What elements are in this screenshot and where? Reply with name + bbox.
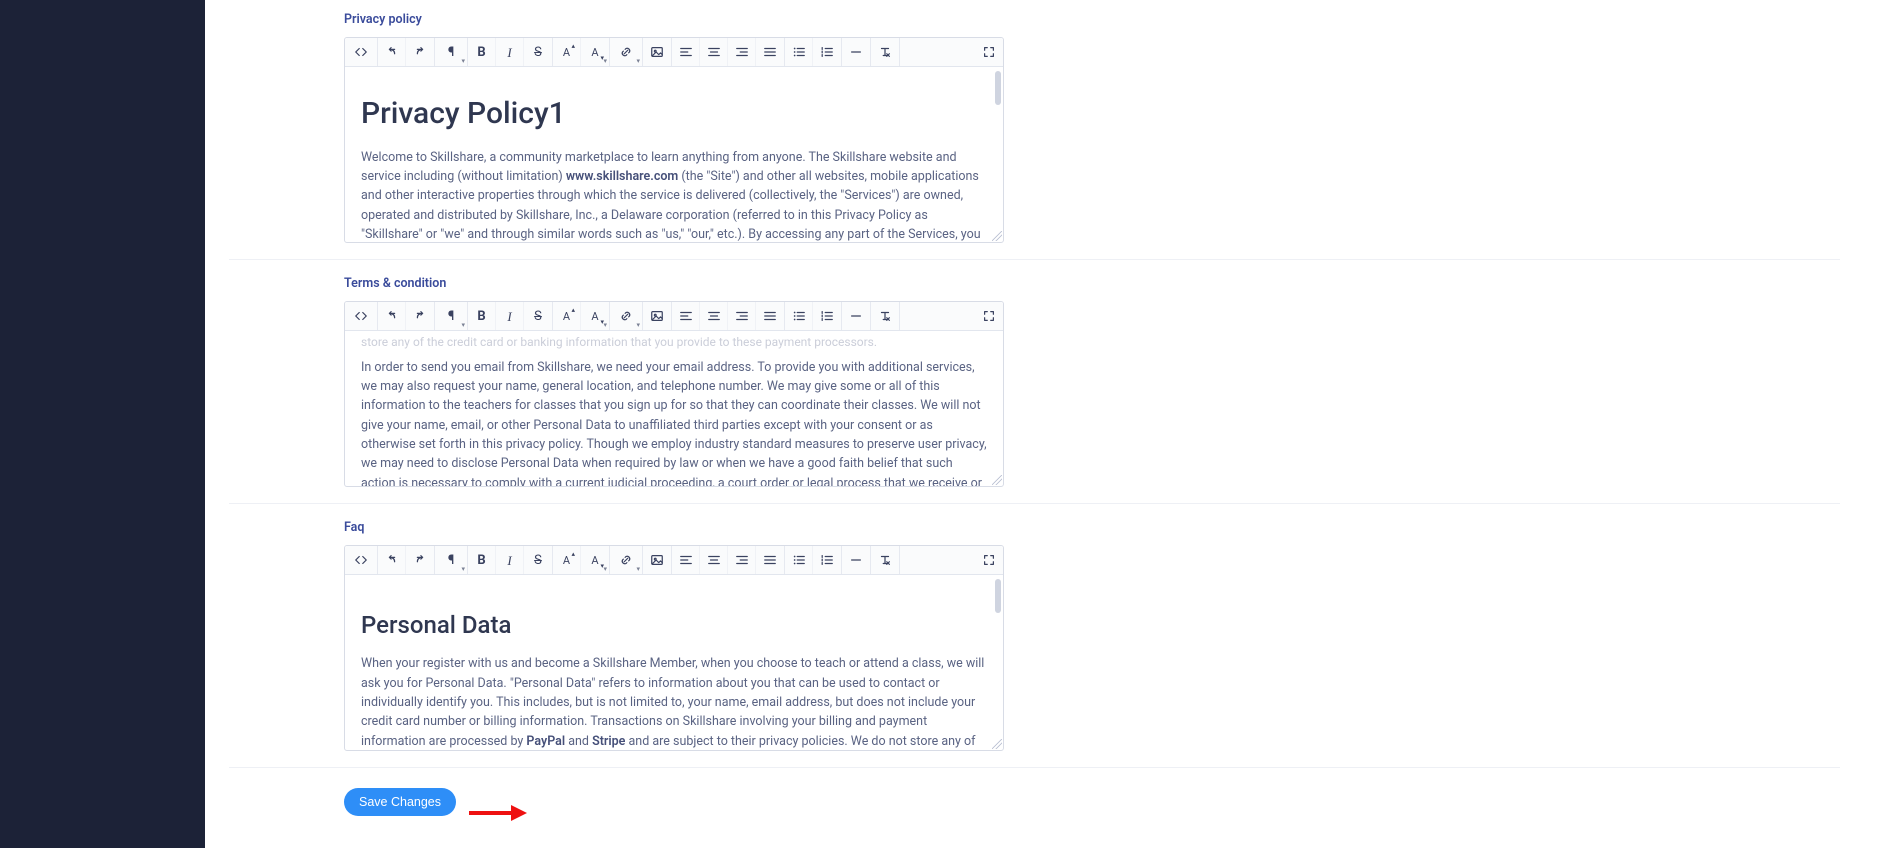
faq-paragraph: When your register with us and become a … — [361, 654, 987, 750]
privacy-heading: Privacy Policy1 — [361, 91, 987, 138]
paragraph-style-button[interactable]: ¶▾ — [435, 38, 467, 66]
font-size-down-button[interactable]: A▾▾ — [581, 38, 609, 66]
redo-button[interactable] — [406, 546, 434, 574]
redo-button[interactable] — [406, 38, 434, 66]
italic-button[interactable]: I — [496, 302, 524, 330]
editor-toolbar: ¶▾ BIS A▴A▾▾ ▾ — [345, 302, 1003, 331]
italic-button[interactable]: I — [496, 546, 524, 574]
unordered-list-button[interactable] — [785, 38, 813, 66]
horizontal-rule-button[interactable] — [842, 546, 870, 574]
faq-heading: Personal Data — [361, 607, 987, 644]
align-justify-button[interactable] — [756, 302, 784, 330]
ordered-list-button[interactable] — [813, 302, 841, 330]
align-left-button[interactable] — [672, 546, 700, 574]
privacy-policy-panel: Privacy policy ¶▾ — [229, 12, 1840, 260]
link-button[interactable]: ▾ — [610, 302, 642, 330]
faq-editor: ¶▾ BIS A▴A▾▾ ▾ Personal Da — [344, 545, 1004, 751]
horizontal-rule-button[interactable] — [842, 302, 870, 330]
terms-paragraph: In order to send you email from Skillsha… — [361, 358, 987, 486]
privacy-policy-textarea[interactable]: Privacy Policy1 Welcome to Skillshare, a… — [345, 67, 1003, 242]
align-justify-button[interactable] — [756, 38, 784, 66]
faq-textarea[interactable]: Personal Data When your register with us… — [345, 575, 1003, 750]
image-button[interactable] — [643, 38, 671, 66]
terms-condition-panel: Terms & condition ¶▾ BIS A▴A▾▾ ▾ — [229, 276, 1840, 504]
code-view-button[interactable] — [345, 546, 377, 574]
bold-button[interactable]: B — [468, 38, 496, 66]
save-changes-button[interactable]: Save Changes — [344, 788, 456, 816]
code-view-button[interactable] — [345, 302, 377, 330]
align-center-button[interactable] — [700, 38, 728, 66]
link-button[interactable]: ▾ — [610, 546, 642, 574]
font-size-up-button[interactable]: A▴ — [553, 302, 581, 330]
unordered-list-button[interactable] — [785, 546, 813, 574]
bold-button[interactable]: B — [468, 302, 496, 330]
terms-condition-editor: ¶▾ BIS A▴A▾▾ ▾ store any of the credit — [344, 301, 1004, 487]
resize-handle[interactable] — [992, 739, 1002, 749]
align-left-button[interactable] — [672, 38, 700, 66]
ordered-list-button[interactable] — [813, 546, 841, 574]
sidebar — [0, 0, 205, 848]
fullscreen-button[interactable] — [975, 546, 1003, 574]
fullscreen-button[interactable] — [975, 38, 1003, 66]
font-size-up-button[interactable]: A▴ — [553, 38, 581, 66]
image-button[interactable] — [643, 546, 671, 574]
strikethrough-button[interactable]: S — [524, 546, 552, 574]
terms-condition-label: Terms & condition — [344, 276, 1004, 291]
link-button[interactable]: ▾ — [610, 38, 642, 66]
clear-format-button[interactable] — [871, 546, 899, 574]
strikethrough-button[interactable]: S — [524, 38, 552, 66]
scrollbar-thumb[interactable] — [995, 579, 1001, 613]
undo-button[interactable] — [378, 546, 406, 574]
fullscreen-button[interactable] — [975, 302, 1003, 330]
align-right-button[interactable] — [728, 38, 756, 66]
font-size-down-button[interactable]: A▾▾ — [581, 302, 609, 330]
editor-toolbar: ¶▾ B I S A▴ A▾▾ ▾ — [345, 38, 1003, 67]
code-view-button[interactable] — [345, 38, 377, 66]
italic-button[interactable]: I — [496, 38, 524, 66]
horizontal-rule-button[interactable] — [842, 38, 870, 66]
faq-panel: Faq ¶▾ BIS A▴A▾▾ ▾ — [229, 520, 1840, 768]
terms-partial-line: store any of the credit card or banking … — [361, 333, 987, 352]
paragraph-style-button[interactable]: ¶▾ — [435, 546, 467, 574]
bold-button[interactable]: B — [468, 546, 496, 574]
undo-button[interactable] — [378, 302, 406, 330]
unordered-list-button[interactable] — [785, 302, 813, 330]
align-left-button[interactable] — [672, 302, 700, 330]
resize-handle[interactable] — [992, 231, 1002, 241]
font-size-down-button[interactable]: A▾▾ — [581, 546, 609, 574]
privacy-paragraph: Welcome to Skillshare, a community marke… — [361, 148, 987, 243]
align-center-button[interactable] — [700, 546, 728, 574]
strikethrough-button[interactable]: S — [524, 302, 552, 330]
annotation-arrow-icon — [467, 802, 527, 824]
terms-condition-textarea[interactable]: store any of the credit card or banking … — [345, 331, 1003, 486]
scrollbar-thumb[interactable] — [995, 71, 1001, 105]
paragraph-style-button[interactable]: ¶▾ — [435, 302, 467, 330]
app-layout: Privacy policy ¶▾ — [0, 0, 1880, 848]
privacy-policy-editor: ¶▾ B I S A▴ A▾▾ ▾ — [344, 37, 1004, 243]
image-button[interactable] — [643, 302, 671, 330]
clear-format-button[interactable] — [871, 38, 899, 66]
undo-button[interactable] — [378, 38, 406, 66]
resize-handle[interactable] — [992, 475, 1002, 485]
privacy-policy-label: Privacy policy — [344, 12, 1004, 27]
font-size-up-button[interactable]: A▴ — [553, 546, 581, 574]
ordered-list-button[interactable] — [813, 38, 841, 66]
clear-format-button[interactable] — [871, 302, 899, 330]
align-center-button[interactable] — [700, 302, 728, 330]
align-right-button[interactable] — [728, 302, 756, 330]
faq-label: Faq — [344, 520, 1004, 535]
main-content: Privacy policy ¶▾ — [205, 0, 1880, 848]
editor-toolbar: ¶▾ BIS A▴A▾▾ ▾ — [345, 546, 1003, 575]
align-justify-button[interactable] — [756, 546, 784, 574]
redo-button[interactable] — [406, 302, 434, 330]
align-right-button[interactable] — [728, 546, 756, 574]
